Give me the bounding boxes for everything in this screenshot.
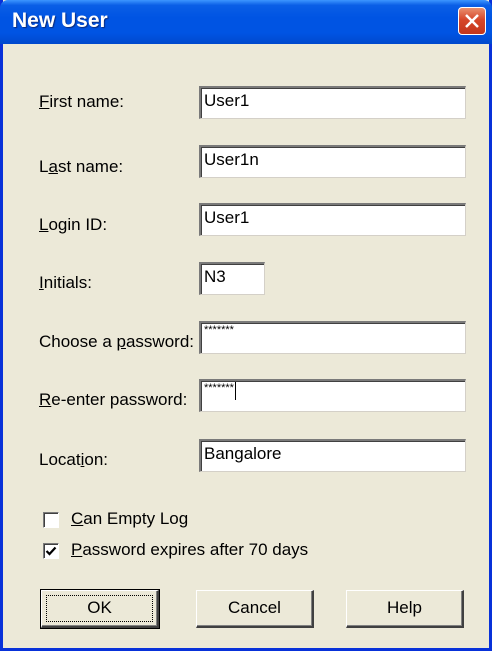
help-button[interactable]: Help: [346, 590, 464, 628]
password-label: Choose a password:: [39, 332, 194, 351]
new-user-dialog: New User First name: User1 Last name: Us…: [0, 0, 492, 651]
login-id-label: Login ID:: [39, 215, 108, 234]
ok-button[interactable]: OK: [40, 589, 160, 629]
initials-label: Initials:: [39, 273, 92, 292]
checkmark-icon: [45, 546, 57, 556]
close-button[interactable]: [458, 7, 486, 35]
close-icon: [465, 14, 479, 28]
initials-input[interactable]: N3: [199, 262, 265, 295]
focus-rectangle: [46, 595, 153, 622]
reenter-password-label: Re-enter password:: [39, 390, 188, 409]
login-id-input[interactable]: User1: [199, 203, 466, 236]
password-expires-checkbox[interactable]: [43, 543, 59, 559]
dialog-title: New User: [12, 9, 108, 32]
can-empty-log-checkbox[interactable]: [43, 512, 59, 528]
last-name-label: Last name:: [39, 157, 124, 176]
can-empty-log-label[interactable]: Can Empty Log: [71, 509, 188, 529]
first-name-input[interactable]: User1: [199, 86, 466, 119]
password-input[interactable]: *******: [199, 321, 466, 354]
reenter-password-input[interactable]: *******: [199, 379, 466, 412]
location-label: Location:: [39, 450, 109, 469]
first-name-label: First name:: [39, 92, 125, 111]
password-expires-label[interactable]: Password expires after 70 days: [71, 540, 308, 560]
text-caret: [234, 382, 236, 400]
last-name-input[interactable]: User1n: [199, 145, 466, 178]
location-input[interactable]: Bangalore: [199, 439, 466, 472]
title-bar[interactable]: New User: [0, 0, 492, 44]
cancel-button[interactable]: Cancel: [196, 590, 314, 628]
